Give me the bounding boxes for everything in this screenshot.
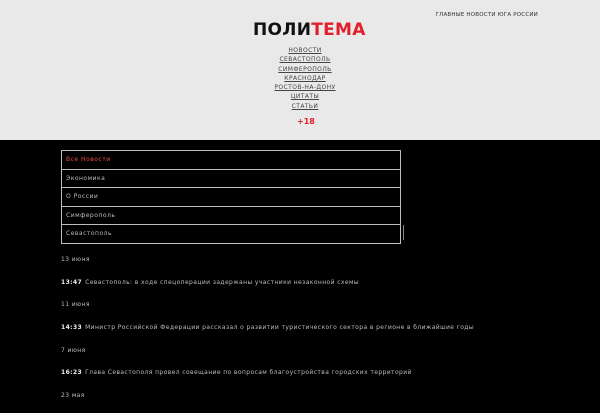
nav-item-rostov: РОСТОВ-НА-ДОНУ	[0, 83, 600, 92]
feed-item[interactable]: 13:47 Севастополь: в ходе спецоперации за…	[61, 277, 591, 288]
feed-item-time: 13:47	[61, 278, 83, 286]
feed-item[interactable]: 14:33 Министр Российской Федерации расска…	[61, 322, 591, 333]
news-feed: 13 июня 13:47 Севастополь: в ходе спецопе…	[61, 254, 591, 413]
feed-item-headline[interactable]: Глава Севастополя провел совещание по во…	[85, 369, 412, 376]
nav-link-simferopol[interactable]: СИМФЕРОПОЛЬ	[278, 66, 331, 73]
feed-item-time: 16:23	[61, 369, 83, 377]
site-tagline: ГЛАВНЫЕ НОВОСТИ ЮГА РОССИИ	[435, 12, 538, 18]
nav-link-krasnodar[interactable]: КРАСНОДАР	[284, 75, 325, 82]
category-russia[interactable]: О России	[62, 187, 400, 206]
nav-item-sevastopol: СЕВАСТОПОЛЬ	[0, 55, 600, 64]
feed-item-headline[interactable]: Севастополь: в ходе спецоперации задержа…	[85, 279, 359, 286]
category-all-news[interactable]: Все Новости	[62, 151, 400, 169]
news-category-table: Все Новости Экономика О России Симферопо…	[61, 150, 401, 244]
logo-text-red: ТЕМА	[311, 20, 366, 40]
nav-item-krasnodar: КРАСНОДАР	[0, 74, 600, 83]
nav-link-quotes[interactable]: ЦИТАТЫ	[291, 93, 319, 100]
site-logo[interactable]: ПОЛИТЕМА	[253, 20, 366, 40]
table-scrollbar[interactable]	[403, 225, 404, 240]
category-economy[interactable]: Экономика	[62, 168, 400, 188]
nav-item-articles: СТАТЬИ	[0, 102, 600, 111]
nav-link-articles[interactable]: СТАТЬИ	[292, 103, 319, 110]
feed-date: 13 июня	[61, 256, 90, 263]
logo-text-dark: ПОЛИ	[253, 20, 312, 40]
category-simferopol[interactable]: Симферополь	[62, 205, 400, 225]
main-nav: НОВОСТИ СЕВАСТОПОЛЬ СИМФЕРОПОЛЬ КРАСНОДА…	[0, 46, 600, 111]
nav-item-simferopol: СИМФЕРОПОЛЬ	[0, 65, 600, 74]
feed-date: 7 июня	[61, 346, 86, 354]
nav-link-rostov[interactable]: РОСТОВ-НА-ДОНУ	[274, 84, 335, 91]
site-header: ПОЛИТЕМА ГЛАВНЫЕ НОВОСТИ ЮГА РОССИИ НОВО…	[0, 0, 600, 140]
feed-date: 11 июня	[61, 301, 90, 309]
nav-link-sevastopol[interactable]: СЕВАСТОПОЛЬ	[279, 56, 330, 63]
feed-item-headline[interactable]: Министр Российской Федерации рассказал о…	[85, 324, 474, 331]
nav-item-novosti: НОВОСТИ	[0, 46, 600, 55]
category-sevastopol[interactable]: Севастополь	[62, 224, 400, 243]
feed-item-time: 14:33	[61, 324, 83, 332]
age-rating-badge: +18	[297, 117, 315, 126]
feed-date: 23 мая	[61, 392, 85, 400]
feed-item[interactable]: 16:23 Глава Севастополя провел совещание …	[61, 367, 591, 378]
nav-link-novosti[interactable]: НОВОСТИ	[288, 47, 321, 54]
nav-item-quotes: ЦИТАТЫ	[0, 92, 600, 101]
